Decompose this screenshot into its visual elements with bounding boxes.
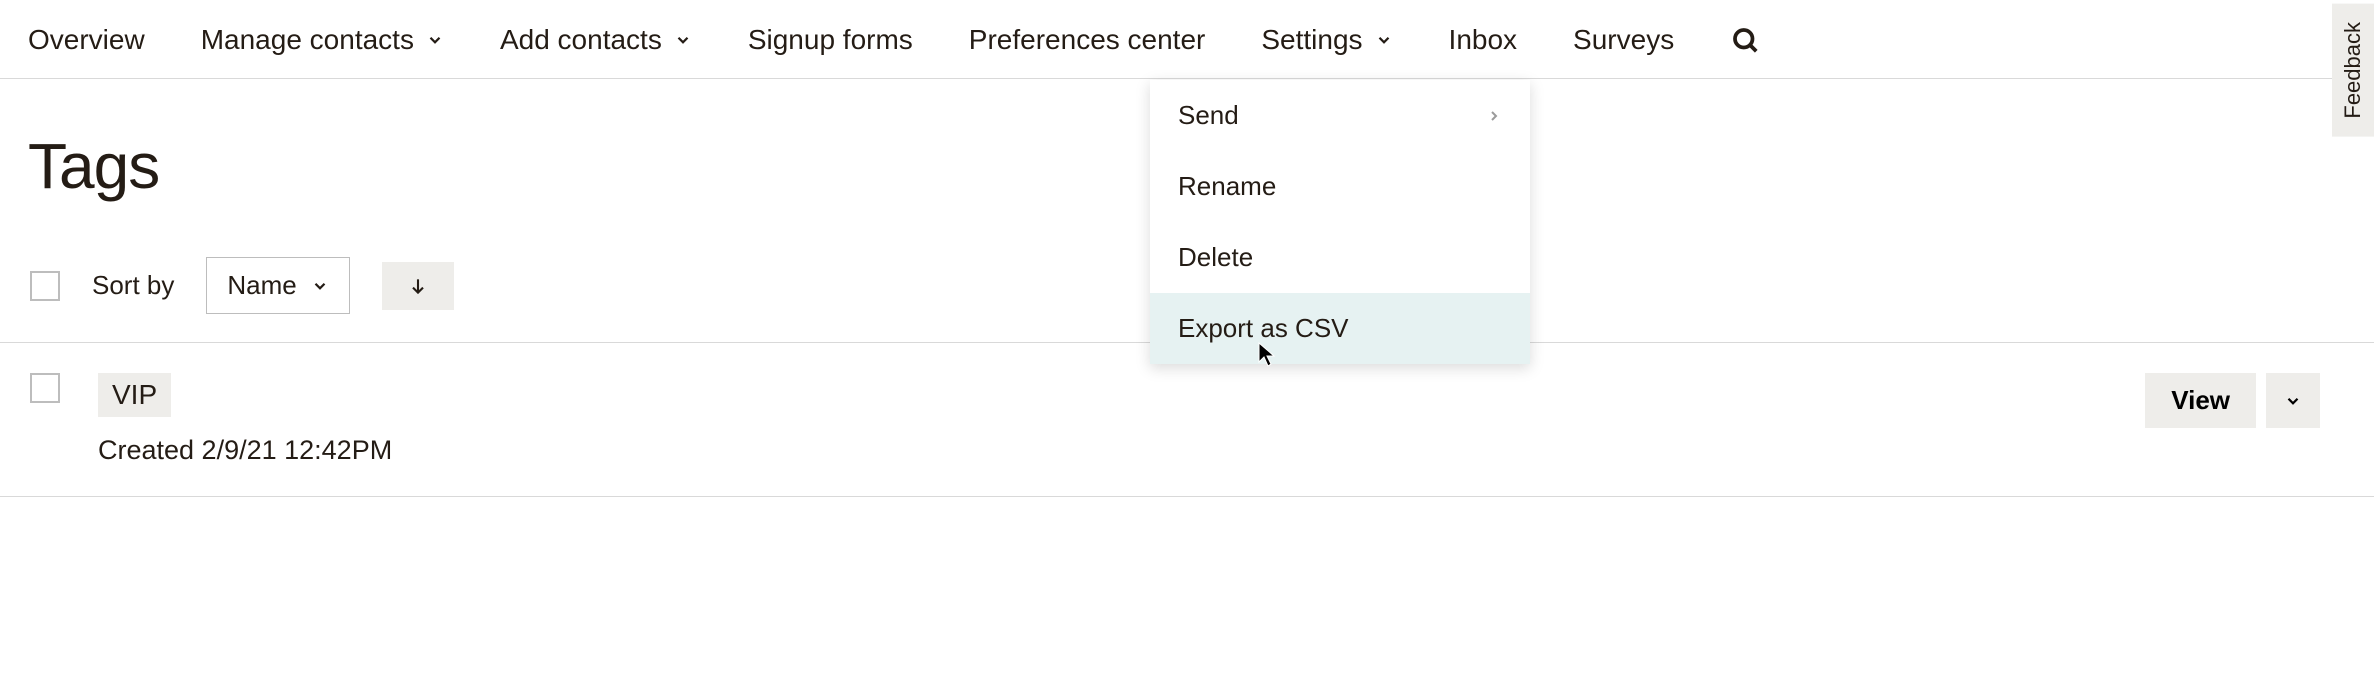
feedback-tab[interactable]: Feedback (2332, 4, 2374, 137)
nav-preferences-center-label: Preferences center (969, 24, 1206, 56)
sort-direction-button[interactable] (382, 262, 454, 310)
dropdown-send[interactable]: Send (1150, 80, 1530, 151)
tag-row-checkbox[interactable] (30, 373, 60, 403)
dropdown-rename[interactable]: Rename (1150, 151, 1530, 222)
dropdown-delete-label: Delete (1178, 242, 1253, 273)
chevron-right-icon (1486, 108, 1502, 124)
dropdown-rename-label: Rename (1178, 171, 1276, 202)
nav-overview-label: Overview (28, 24, 145, 56)
dropdown-export-csv[interactable]: Export as CSV (1150, 293, 1530, 364)
tag-created-text: Created 2/9/21 12:42PM (98, 435, 392, 466)
nav-overview[interactable]: Overview (28, 24, 145, 56)
nav-inbox-label: Inbox (1449, 24, 1518, 56)
dropdown-menu: Send Rename Delete Export as CSV (1150, 80, 1530, 364)
chevron-down-icon (1375, 31, 1393, 49)
nav-surveys[interactable]: Surveys (1573, 24, 1674, 56)
chevron-down-icon (426, 31, 444, 49)
search-icon (1730, 25, 1760, 55)
tag-chip[interactable]: VIP (98, 373, 171, 417)
nav-inbox[interactable]: Inbox (1449, 24, 1518, 56)
view-button[interactable]: View (2145, 373, 2256, 428)
arrow-down-icon (408, 274, 428, 298)
tag-row: VIP Created 2/9/21 12:42PM View (0, 343, 2374, 497)
sort-by-label: Sort by (92, 270, 174, 301)
search-button[interactable] (1730, 25, 1760, 55)
dropdown-delete[interactable]: Delete (1150, 222, 1530, 293)
nav-manage-contacts-label: Manage contacts (201, 24, 414, 56)
nav-preferences-center[interactable]: Preferences center (969, 24, 1206, 56)
select-all-checkbox[interactable] (30, 271, 60, 301)
chevron-down-icon (674, 31, 692, 49)
chevron-down-icon (2284, 392, 2302, 410)
nav-settings[interactable]: Settings (1261, 24, 1392, 56)
dropdown-send-label: Send (1178, 100, 1239, 131)
nav-add-contacts[interactable]: Add contacts (500, 24, 692, 56)
dropdown-export-csv-label: Export as CSV (1178, 313, 1349, 344)
nav-manage-contacts[interactable]: Manage contacts (201, 24, 444, 56)
nav-signup-forms-label: Signup forms (748, 24, 913, 56)
view-dropdown-button[interactable] (2266, 373, 2320, 428)
nav-add-contacts-label: Add contacts (500, 24, 662, 56)
tag-actions: View (2145, 373, 2320, 428)
nav-signup-forms[interactable]: Signup forms (748, 24, 913, 56)
tag-main: VIP Created 2/9/21 12:42PM (98, 373, 392, 466)
nav-settings-label: Settings (1261, 24, 1362, 56)
top-navigation: Overview Manage contacts Add contacts Si… (0, 0, 2374, 79)
nav-surveys-label: Surveys (1573, 24, 1674, 56)
chevron-down-icon (311, 277, 329, 295)
sort-select[interactable]: Name (206, 257, 349, 314)
sort-select-value: Name (227, 270, 296, 301)
